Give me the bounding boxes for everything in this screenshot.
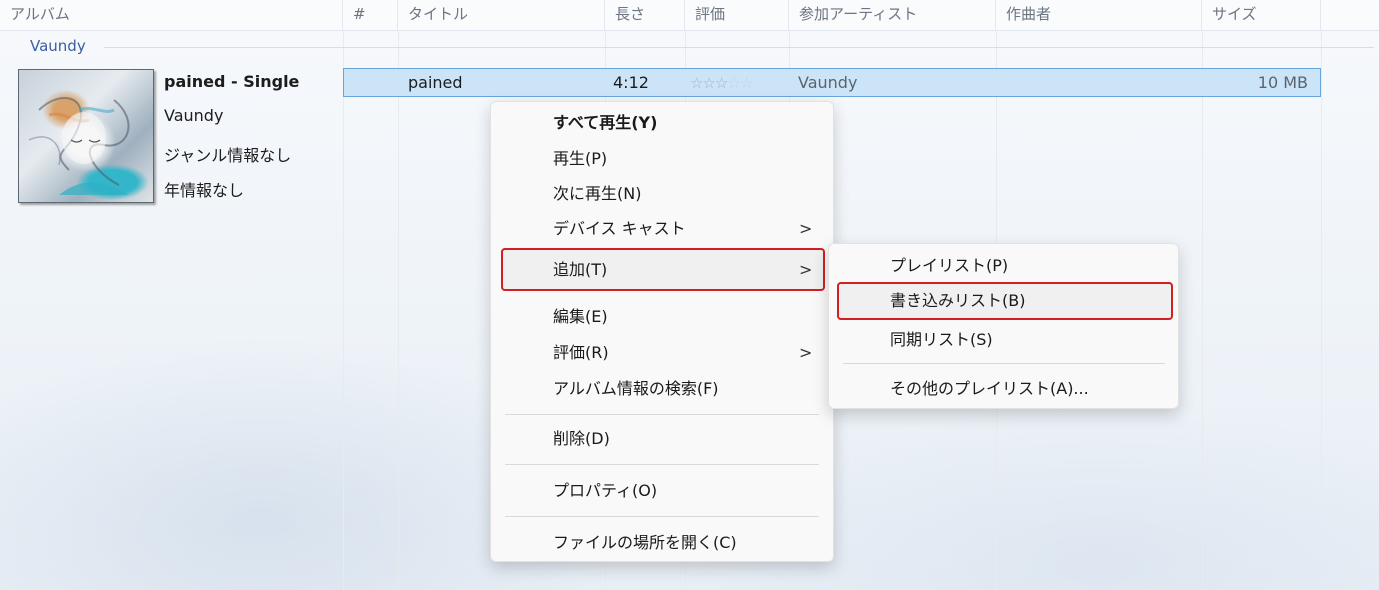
menu-item-label: アルバム情報の検索(F): [553, 379, 719, 398]
menu-separator: [505, 414, 819, 415]
column-header-contributing-artist[interactable]: 参加アーティスト: [789, 0, 996, 30]
column-header-bar: アルバム # タイトル 長さ 評価 参加アーティスト 作曲者 サイズ: [0, 0, 1379, 31]
menu-item-add[interactable]: 追加(T) >: [501, 248, 825, 291]
submenu-item-sync-list[interactable]: 同期リスト(S): [829, 325, 1178, 355]
menu-item-find-album-info[interactable]: アルバム情報の検索(F): [491, 374, 833, 404]
column-header-length[interactable]: 長さ: [605, 0, 685, 30]
chevron-right-icon: >: [799, 343, 813, 362]
album-title: pained - Single: [164, 72, 300, 91]
chevron-right-icon: >: [799, 219, 813, 238]
menu-item-play[interactable]: 再生(P): [491, 144, 833, 174]
star-filled-icon[interactable]: ☆: [715, 74, 728, 92]
add-submenu: プレイリスト(P) 書き込みリスト(B) 同期リスト(S) その他のプレイリスト…: [828, 243, 1179, 409]
column-header-album[interactable]: アルバム: [0, 0, 343, 30]
submenu-item-burn-list[interactable]: 書き込みリスト(B): [837, 282, 1173, 320]
artist-group-label: Vaundy: [30, 37, 86, 55]
menu-item-delete[interactable]: 削除(D): [491, 424, 833, 454]
group-divider: [104, 47, 1374, 48]
track-size-cell: 10 MB: [1257, 73, 1308, 92]
menu-item-open-file-location[interactable]: ファイルの場所を開く(C): [491, 528, 833, 558]
album-cover-art[interactable]: [18, 69, 154, 203]
menu-item-label: プレイリスト(P): [890, 256, 1009, 275]
menu-item-label: 書き込みリスト(B): [890, 291, 1026, 310]
column-divider: [398, 30, 399, 590]
track-title-cell: pained: [408, 73, 463, 92]
submenu-item-playlist[interactable]: プレイリスト(P): [829, 251, 1178, 281]
menu-item-play-next[interactable]: 次に再生(N): [491, 179, 833, 209]
menu-item-edit[interactable]: 編集(E): [491, 302, 833, 332]
menu-item-label: プロパティ(O): [553, 481, 658, 500]
context-menu: すべて再生(Y) 再生(P) 次に再生(N) デバイス キャスト > 追加(T)…: [490, 101, 834, 562]
menu-item-properties[interactable]: プロパティ(O): [491, 476, 833, 506]
menu-item-label: 再生(P): [553, 149, 608, 168]
album-year: 年情報なし: [164, 181, 245, 200]
album-genre: ジャンル情報なし: [164, 146, 292, 165]
submenu-item-other-playlists[interactable]: その他のプレイリスト(A)...: [829, 374, 1178, 404]
column-divider: [1321, 30, 1322, 590]
chevron-right-icon: >: [799, 260, 813, 279]
track-length-cell: 4:12: [613, 73, 649, 92]
menu-item-label: すべて再生(Y): [553, 113, 658, 132]
column-divider: [1202, 30, 1203, 590]
star-filled-icon[interactable]: ☆: [702, 74, 715, 92]
star-empty-icon[interactable]: ☆: [740, 74, 753, 92]
column-header-size[interactable]: サイズ: [1202, 0, 1321, 30]
column-header-number[interactable]: #: [343, 0, 398, 30]
column-header-rating[interactable]: 評価: [685, 0, 789, 30]
menu-item-label: その他のプレイリスト(A)...: [890, 379, 1089, 398]
menu-item-label: ファイルの場所を開く(C): [553, 533, 737, 552]
rating-stars[interactable]: ☆☆☆☆☆: [690, 74, 753, 92]
menu-item-label: 同期リスト(S): [890, 330, 993, 349]
star-filled-icon[interactable]: ☆: [690, 74, 703, 92]
menu-item-cast-to-device[interactable]: デバイス キャスト >: [491, 214, 833, 244]
column-header-title[interactable]: タイトル: [398, 0, 605, 30]
menu-item-label: デバイス キャスト: [553, 219, 686, 238]
menu-separator: [505, 464, 819, 465]
menu-item-rate[interactable]: 評価(R) >: [491, 338, 833, 368]
menu-item-label: 編集(E): [553, 307, 608, 326]
menu-item-label: 削除(D): [553, 429, 610, 448]
column-header-composer[interactable]: 作曲者: [996, 0, 1202, 30]
column-divider: [343, 30, 344, 590]
menu-item-play-all[interactable]: すべて再生(Y): [491, 108, 833, 138]
album-artist: Vaundy: [164, 106, 224, 125]
track-artist-cell: Vaundy: [798, 73, 858, 92]
menu-separator: [843, 363, 1165, 364]
album-art-illustration: [28, 97, 130, 195]
menu-separator: [505, 516, 819, 517]
menu-item-label: 評価(R): [553, 343, 609, 362]
menu-item-label: 追加(T): [553, 260, 608, 279]
menu-item-label: 次に再生(N): [553, 184, 642, 203]
star-empty-icon[interactable]: ☆: [727, 74, 740, 92]
